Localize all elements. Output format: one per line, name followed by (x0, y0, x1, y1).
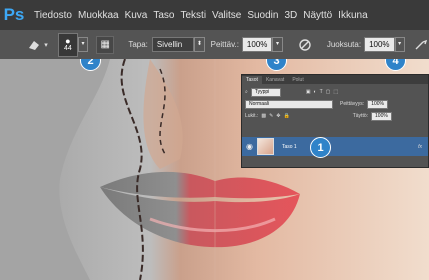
layer-thumbnail (256, 138, 274, 155)
brush-size-value: 44 (63, 45, 72, 52)
menu-window[interactable]: Ikkuna (338, 10, 367, 21)
flow-label: Juoksuta: (326, 40, 362, 49)
options-bar: ▾ ● 44 ▾ ▦ Tapa: Sivellin ⬍ Peittäv.: 10… (0, 30, 429, 59)
layer-filter-row: ⌕ Tyyppi ▣ ◐ T ▢ ⬚ (242, 86, 428, 98)
menu-bar: Ps Tiedosto Muokkaa Kuva Taso Teksti Val… (0, 0, 429, 30)
mode-select[interactable]: Sivellin (151, 37, 195, 52)
filter-shape-icon[interactable]: ▢ (326, 89, 331, 95)
filter-type-icon[interactable]: T (320, 89, 323, 95)
photoshop-logo: Ps (3, 5, 25, 24)
menu-type[interactable]: Teksti (180, 10, 206, 21)
brush-picker-dropdown[interactable]: ▾ (77, 37, 89, 52)
search-icon: ⌕ (245, 89, 248, 95)
layer-name: Taso 1 (281, 143, 297, 150)
layers-panel: Tasot Kanavat Polut ⌕ Tyyppi ▣ ◐ T ▢ ⬚ N… (241, 74, 429, 168)
menu-3d[interactable]: 3D (284, 10, 297, 21)
layer-fill-input[interactable]: 100% (371, 111, 392, 121)
lock-all-icon[interactable]: 🔒 (283, 113, 289, 119)
menu-view[interactable]: Näyttö (303, 10, 332, 21)
opacity-label: Peittäv.: (210, 40, 239, 49)
lock-row: Lukit.: ▩ ✎ ✥ 🔒 Täyttö: 100% (242, 110, 428, 122)
lock-pixels-icon[interactable]: ✎ (269, 113, 273, 119)
lock-position-icon[interactable]: ✥ (276, 113, 280, 119)
layer-opacity-input[interactable]: 100% (367, 99, 388, 109)
opacity-input[interactable]: 100% (241, 37, 273, 52)
opacity-label: Peittävyys: (340, 101, 365, 107)
brush-dot-icon: ● (65, 36, 71, 46)
lock-label: Lukit.: (245, 113, 259, 119)
menu-layer[interactable]: Taso (153, 10, 174, 21)
flow-input[interactable]: 100% (364, 37, 395, 52)
menu-select[interactable]: Valitse (212, 10, 241, 21)
fill-label: Täyttö: (352, 113, 369, 119)
menu-file[interactable]: Tiedosto (34, 10, 72, 21)
filter-adjust-icon[interactable]: ◐ (314, 89, 317, 95)
callout-1: 1 (310, 137, 331, 158)
lock-transparent-icon[interactable]: ▩ (261, 113, 266, 119)
pressure-opacity-icon[interactable] (297, 37, 313, 53)
layers-panel-tabs: Tasot Kanavat Polut (242, 75, 428, 84)
menu-edit[interactable]: Muokkaa (78, 10, 119, 21)
layer-item[interactable]: ◉ Taso 1 fx (242, 137, 428, 156)
tab-paths[interactable]: Polut (288, 76, 307, 84)
layer-effects-icon[interactable]: fx (418, 144, 422, 150)
mode-label: Tapa: (128, 40, 148, 49)
opacity-slider-arrow-icon[interactable]: ▾ (272, 37, 283, 52)
visibility-eye-icon[interactable]: ◉ (246, 142, 253, 151)
tool-preset-arrow-icon[interactable]: ▾ (44, 41, 48, 49)
flow-slider-arrow-icon[interactable]: ▾ (394, 37, 405, 52)
filter-pixel-icon[interactable]: ▣ (306, 89, 311, 95)
layer-filter-select[interactable]: Tyyppi (250, 87, 281, 97)
menu-filter[interactable]: Suodin (247, 10, 278, 21)
brush-panel-toggle-icon[interactable]: ▦ (96, 35, 115, 54)
tab-channels[interactable]: Kanavat (262, 76, 288, 84)
mode-select-arrow-icon[interactable]: ⬍ (194, 37, 205, 52)
blend-mode-select[interactable]: Normaali (245, 99, 333, 109)
filter-smart-icon[interactable]: ⬚ (333, 89, 338, 95)
eraser-tool-icon[interactable] (26, 37, 42, 53)
brush-size-picker[interactable]: ● 44 (57, 32, 78, 57)
tab-layers[interactable]: Tasot (242, 76, 262, 84)
blend-row: Normaali Peittävyys: 100% (242, 98, 428, 110)
menu-image[interactable]: Kuva (125, 10, 148, 21)
airbrush-icon[interactable] (413, 37, 429, 53)
